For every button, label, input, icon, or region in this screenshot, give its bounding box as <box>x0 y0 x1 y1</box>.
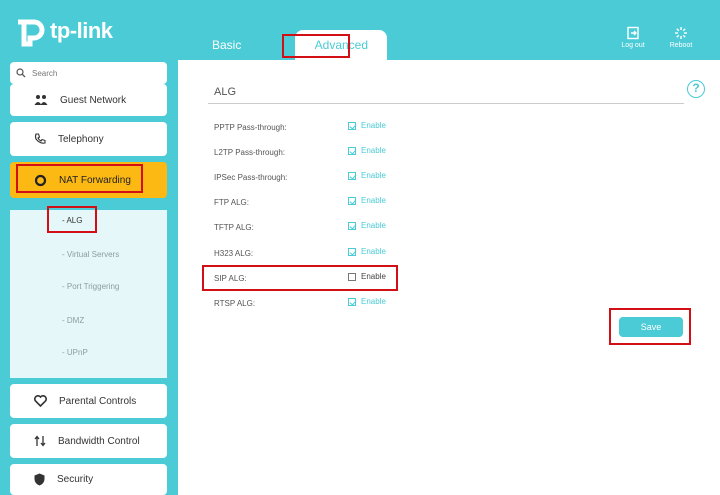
checkbox-label: Enable <box>361 272 386 281</box>
heart-icon <box>34 395 47 407</box>
checkbox-unchecked-icon <box>348 272 356 281</box>
alg-row-rtsp: RTSP ALG: Enable <box>214 297 714 311</box>
row-label: RTSP ALG: <box>214 299 256 308</box>
checkbox-label: Enable <box>361 297 386 306</box>
search-icon <box>16 68 26 78</box>
alg-row-tftp: TFTP ALG: Enable <box>214 221 714 235</box>
checkbox-checked-icon <box>348 247 356 256</box>
l2tp-enable-checkbox[interactable]: Enable <box>348 146 386 155</box>
sidebar-item-label: NAT Forwarding <box>59 174 131 186</box>
sidebar-item-guest-network[interactable]: Guest Network <box>10 84 167 116</box>
submenu-item-dmz[interactable]: - DMZ <box>62 316 84 325</box>
search-placeholder: Search <box>32 68 58 78</box>
row-label: L2TP Pass-through: <box>214 148 286 157</box>
search-box[interactable]: Search <box>10 62 167 84</box>
tp-link-logo: tp-link <box>12 14 113 48</box>
ipsec-enable-checkbox[interactable]: Enable <box>348 171 386 180</box>
checkbox-label: Enable <box>361 171 386 180</box>
checkbox-label: Enable <box>361 196 386 205</box>
alg-row-ipsec: IPSec Pass-through: Enable <box>214 171 714 185</box>
nat-icon <box>34 174 47 186</box>
logout-label: Log out <box>621 42 645 49</box>
checkbox-checked-icon <box>348 297 356 306</box>
sidebar-item-label: Guest Network <box>60 94 127 106</box>
logo-text: tp-link <box>50 18 113 43</box>
save-button[interactable]: Save <box>619 317 683 337</box>
checkbox-checked-icon <box>348 121 356 130</box>
checkbox-checked-icon <box>348 171 356 180</box>
sidebar-item-bandwidth-control[interactable]: Bandwidth Control <box>10 424 167 458</box>
rtsp-enable-checkbox[interactable]: Enable <box>348 297 386 306</box>
alg-row-ftp: FTP ALG: Enable <box>214 196 714 210</box>
reboot-icon <box>675 27 687 39</box>
section-title: ALG <box>214 86 237 98</box>
alg-row-pptp: PPTP Pass-through: Enable <box>214 121 714 135</box>
sidebar-item-label: Telephony <box>58 133 104 145</box>
submenu-item-alg[interactable]: - ALG <box>62 216 82 225</box>
sidebar-item-telephony[interactable]: Telephony <box>10 122 167 156</box>
sidebar-item-label: Bandwidth Control <box>58 435 140 447</box>
checkbox-checked-icon <box>348 196 356 205</box>
sidebar-item-security[interactable]: Security <box>10 464 167 495</box>
tftp-enable-checkbox[interactable]: Enable <box>348 221 386 230</box>
row-label: IPSec Pass-through: <box>214 173 288 182</box>
nat-submenu: - ALG - Virtual Servers - Port Triggerin… <box>10 210 167 378</box>
checkbox-checked-icon <box>348 221 356 230</box>
alg-row-l2tp: L2TP Pass-through: Enable <box>214 146 714 160</box>
reboot-button[interactable]: Reboot <box>666 26 696 49</box>
alg-row-sip: SIP ALG: Enable <box>214 272 714 286</box>
sidebar: Search Guest Network Telephony NAT Forwa… <box>10 62 167 495</box>
main-panel: ALG ? PPTP Pass-through: Enable L2TP Pas… <box>178 60 720 495</box>
phone-icon <box>34 133 46 144</box>
checkbox-label: Enable <box>361 221 386 230</box>
sidebar-item-label: Security <box>57 474 94 485</box>
guest-network-icon <box>34 95 48 105</box>
sidebar-item-nat-forwarding[interactable]: NAT Forwarding <box>10 162 167 198</box>
checkbox-checked-icon <box>348 146 356 155</box>
checkbox-label: Enable <box>361 247 386 256</box>
checkbox-label: Enable <box>361 121 386 130</box>
checkbox-label: Enable <box>361 146 386 155</box>
row-label: H323 ALG: <box>214 249 254 258</box>
row-label: TFTP ALG: <box>214 223 254 232</box>
alg-row-h323: H323 ALG: Enable <box>214 247 714 261</box>
h323-enable-checkbox[interactable]: Enable <box>348 247 386 256</box>
section-divider <box>208 103 684 104</box>
help-icon[interactable]: ? <box>687 80 705 98</box>
reboot-label: Reboot <box>669 42 693 49</box>
submenu-item-port-triggering[interactable]: - Port Triggering <box>62 282 119 291</box>
logout-button[interactable]: Log out <box>618 26 648 49</box>
row-label: SIP ALG: <box>214 274 247 283</box>
sidebar-item-label: Parental Controls <box>59 395 137 407</box>
logout-icon <box>627 26 639 40</box>
arrows-icon <box>34 435 46 447</box>
submenu-item-upnp[interactable]: - UPnP <box>62 348 88 357</box>
row-label: FTP ALG: <box>214 198 249 207</box>
top-tabs: Basic Advanced <box>200 30 388 60</box>
sip-enable-checkbox[interactable]: Enable <box>348 272 386 281</box>
sidebar-item-parental-controls[interactable]: Parental Controls <box>10 384 167 418</box>
tab-advanced[interactable]: Advanced <box>295 30 388 60</box>
row-label: PPTP Pass-through: <box>214 123 287 132</box>
submenu-item-virtual-servers[interactable]: - Virtual Servers <box>62 250 119 259</box>
tab-advanced-label: Advanced <box>314 38 369 52</box>
tp-link-logo-icon <box>18 19 45 47</box>
tab-basic[interactable]: Basic <box>200 30 253 60</box>
ftp-enable-checkbox[interactable]: Enable <box>348 196 386 205</box>
pptp-enable-checkbox[interactable]: Enable <box>348 121 386 130</box>
shield-icon <box>34 473 45 486</box>
header-actions: Log out Reboot <box>618 26 696 49</box>
